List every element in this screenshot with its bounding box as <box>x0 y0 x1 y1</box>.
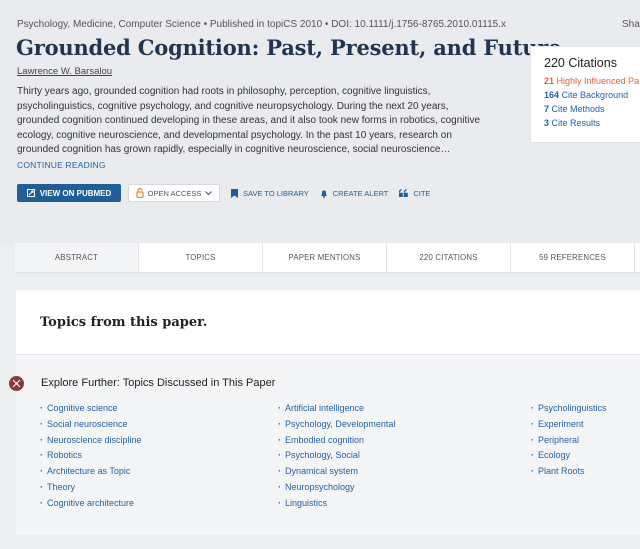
abstract-body: Thirty years ago, grounded cognition had… <box>17 86 481 156</box>
topic-link[interactable]: Ecology <box>531 448 607 464</box>
save-label: Save to Library <box>243 188 309 198</box>
citation-label: Cite Background <box>561 90 629 100</box>
citation-item-background[interactable]: 164 Cite Background <box>544 88 640 102</box>
topic-link[interactable]: Peripheral <box>531 433 607 449</box>
tab-abstract[interactable]: Abstract <box>15 243 139 272</box>
bell-icon <box>320 190 327 198</box>
paper-title: Grounded Cognition: Past, Present, and F… <box>16 35 562 60</box>
explore-further-title: Explore Further: Topics Discussed in Thi… <box>41 377 276 389</box>
chevron-down-icon <box>205 190 213 195</box>
topics-title: Topics from this paper. <box>40 315 208 330</box>
topic-column-2: Artificial intelligence Psychology, Deve… <box>278 401 395 512</box>
topic-link[interactable]: Neuroscience discipline <box>40 433 142 449</box>
author-link[interactable]: Lawrence W. Barsalou <box>17 66 112 77</box>
cite-label: Cite <box>413 188 431 198</box>
topic-link[interactable]: Dynamical system <box>278 464 395 480</box>
citations-breakdown: 21 Highly Influenced Pa 164 Cite Backgro… <box>544 74 640 130</box>
explore-network-icon <box>9 376 24 391</box>
citation-count: 21 <box>544 76 555 86</box>
topic-link[interactable]: Experiment <box>531 417 607 433</box>
tab-topics[interactable]: Topics <box>139 243 263 272</box>
action-bar: View on PubMed Open Access Save to Libra… <box>17 184 430 202</box>
open-access-dropdown[interactable]: Open Access <box>128 184 220 202</box>
create-alert-button[interactable]: Create Alert <box>320 188 389 198</box>
bookmark-icon <box>231 188 238 198</box>
continue-reading-link[interactable]: Continue Reading <box>17 160 106 170</box>
view-on-pubmed-label: View on PubMed <box>39 188 112 198</box>
citation-label: Cite Results <box>551 118 601 128</box>
paper-meta: Psychology, Medicine, Computer Science •… <box>17 19 506 30</box>
topic-link[interactable]: Embodied cognition <box>278 433 395 449</box>
tab-paper-mentions[interactable]: Paper Mentions <box>263 243 387 272</box>
open-access-label: Open Access <box>147 188 202 198</box>
citation-count: 7 <box>544 104 550 114</box>
topic-column-1: Cognitive science Social neuroscience Ne… <box>40 401 142 512</box>
citation-count: 164 <box>544 90 560 100</box>
topic-column-3: Psycholinguistics Experiment Peripheral … <box>531 401 607 480</box>
abstract-text: Thirty years ago, grounded cognition had… <box>17 85 489 174</box>
citation-label: Highly Influenced Pa <box>556 76 640 86</box>
view-on-pubmed-button[interactable]: View on PubMed <box>17 184 121 202</box>
share-button[interactable]: Share <box>622 19 640 30</box>
citation-count: 3 <box>544 118 550 128</box>
topic-link[interactable]: Psychology, Developmental <box>278 417 395 433</box>
cite-button[interactable]: Cite <box>399 189 430 198</box>
citations-panel: 220 Citations 21 Highly Influenced Pa 16… <box>530 46 640 143</box>
topic-link[interactable]: Social neuroscience <box>40 417 142 433</box>
alert-label: Create Alert <box>332 188 389 198</box>
topic-link[interactable]: Plant Roots <box>531 464 607 480</box>
external-link-icon <box>26 189 35 197</box>
paper-tabs: Abstract Topics Paper Mentions 220 Citat… <box>15 243 640 273</box>
citation-item-methods[interactable]: 7 Cite Methods <box>544 102 640 116</box>
topic-link[interactable]: Artificial intelligence <box>278 401 395 417</box>
topic-link[interactable]: Linguistics <box>278 496 395 512</box>
paper-header: Psychology, Medicine, Computer Science •… <box>0 0 640 243</box>
citation-item-results[interactable]: 3 Cite Results <box>544 116 640 130</box>
topic-link[interactable]: Theory <box>40 480 142 496</box>
citation-item-influenced[interactable]: 21 Highly Influenced Pa <box>544 74 640 88</box>
citations-count: 220 Citations <box>544 56 617 70</box>
topic-link[interactable]: Psycholinguistics <box>531 401 607 417</box>
tab-citations[interactable]: 220 Citations <box>387 243 511 272</box>
topic-link[interactable]: Cognitive architecture <box>40 496 142 512</box>
topic-link[interactable]: Psychology, Social <box>278 448 395 464</box>
save-to-library-button[interactable]: Save to Library <box>231 188 309 198</box>
open-lock-icon <box>136 188 144 198</box>
tab-references[interactable]: 59 References <box>511 243 635 272</box>
quote-icon <box>399 189 409 197</box>
topic-link[interactable]: Architecture as Topic <box>40 464 142 480</box>
topic-link[interactable]: Neuropsychology <box>278 480 395 496</box>
citation-label: Cite Methods <box>551 104 605 114</box>
topic-link[interactable]: Robotics <box>40 448 142 464</box>
topic-link[interactable]: Cognitive science <box>40 401 142 417</box>
